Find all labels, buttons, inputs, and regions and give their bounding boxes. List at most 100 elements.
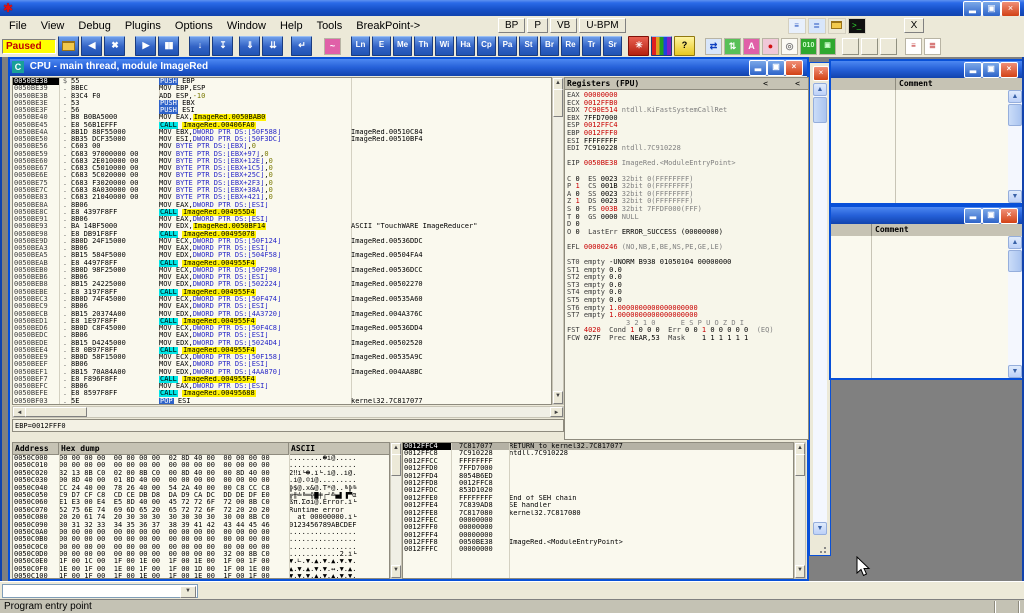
column-header-blank[interactable] [831,78,896,90]
plugin-button-ubpm[interactable]: U-BPM [579,18,625,33]
scroll-up-icon[interactable]: ▲ [1008,90,1022,103]
disasm-row[interactable]: 0050BECB.8B15 20374A00MOV EDX,DWORD PTR … [13,311,551,318]
minimize-button[interactable]: ▂ [749,60,767,76]
disasm-row[interactable]: 0050BEFC.8B06MOV EAX,DWORD PTR DS:[ESI] [13,383,551,390]
disasm-row[interactable]: 0050BE8C.E8 4397F8FFCALL ImageRed.004955… [13,209,551,216]
disasm-row[interactable]: 0050BE83.C683 21040000 00MOV BYTE PTR DS… [13,194,551,201]
help-button[interactable]: ? [674,36,695,56]
minimize-button[interactable]: ▂ [964,62,982,78]
cpu-window-titlebar[interactable]: C CPU - main thread, module ImageRed ▂ ▣… [10,59,807,76]
close-program-button[interactable]: ✖ [104,36,125,56]
disasm-row[interactable]: 0050BEB0.8B0D 98F25000MOV ECX,DWORD PTR … [13,267,551,274]
toolbar-button-ha[interactable]: Ha [456,36,475,56]
toolbar-button-me[interactable]: Me [393,36,412,56]
console-icon[interactable]: >_ [848,18,866,34]
scroll-up-icon[interactable]: ▲ [813,83,827,96]
stack-row[interactable]: 0012FFFC00000000 [403,546,793,553]
scroll-right-icon[interactable]: ► [550,407,563,417]
disasm-row[interactable]: 0050BEBE.E8 3197F8FFCALL ImageRed.004955… [13,289,551,296]
disabled-button-3[interactable] [880,38,897,55]
maximize-button[interactable]: ▣ [982,208,1000,224]
plugin-button-vb[interactable]: VB [550,18,577,33]
trace-button[interactable]: ~ [324,38,341,55]
disasm-row[interactable]: 0050BE98.E8 DB91F8FFCALL ImageRed.004950… [13,231,551,238]
assemble-icon[interactable]: A [743,38,760,55]
disassembly-vscrollbar[interactable]: ▲ ▼ [552,77,564,405]
disassembly-hscrollbar[interactable]: ◄ ► [12,406,564,418]
log-doc-icon[interactable]: ≡ [905,38,922,55]
spiral-icon[interactable]: ◎ [781,38,798,55]
comment-window-top-content[interactable] [831,90,1008,203]
menu-item-tools[interactable]: Tools [310,18,350,34]
disasm-row[interactable]: 0050BF03.5EPOP ESIkernel32.7C817077 [13,398,551,405]
disasm-row[interactable]: 0050BE45.E8 56B1EFFFCALL ImageRed.00406F… [13,122,551,129]
registers-pane[interactable]: Registers (FPU) < < EAX 00000000ECX 0012… [564,77,809,440]
disasm-row[interactable]: 0050BE67.C683 C5010000 00MOV BYTE PTR DS… [13,165,551,172]
execute-till-return-button[interactable]: ↵ [291,36,312,56]
animate-into-button[interactable]: ⇓ [239,36,260,56]
appearance-button[interactable] [651,36,672,56]
disasm-row[interactable]: 0050BE8A.8B06MOV EAX,DWORD PTR DS:[ESI] [13,202,551,209]
toolbar-button-ln[interactable]: Ln [351,36,370,56]
column-header-comment[interactable]: Comment [872,224,909,236]
swap-arrows-icon[interactable]: ⇄ [705,38,722,55]
disasm-row[interactable]: 0050BE38$55PUSH EBP [13,78,551,85]
close-icon[interactable]: × [1000,62,1018,78]
disasm-row[interactable]: 0050BE7C.C683 8A030000 00MOV BYTE PTR DS… [13,187,551,194]
close-icon[interactable]: × [1000,208,1018,224]
minimize-button[interactable]: ▂ [964,208,982,224]
register-line[interactable]: EDI 7C910228 ntdll.7C910228 [567,145,808,153]
disasm-row[interactable]: 0050BEC9.8B06MOV EAX,DWORD PTR DS:[ESI] [13,303,551,310]
menu-item-file[interactable]: File [2,18,34,34]
toolbar-button-br[interactable]: Br [540,36,559,56]
menu-item-plugins[interactable]: Plugins [118,18,168,34]
column-header-comment[interactable]: Comment [896,78,933,90]
disasm-row[interactable]: 0050BE75.C683 F3020000 00MOV BYTE PTR DS… [13,180,551,187]
plugin-toolbar-close-button[interactable]: X [904,18,925,33]
column-header-blank[interactable] [831,224,872,236]
menu-item-help[interactable]: Help [273,18,310,34]
prev-pane-icon[interactable]: < [763,78,768,89]
dump-header-ascii[interactable]: ASCII [289,443,389,454]
disasm-row[interactable]: 0050BEA5.8B15 584F5000MOV EDX,DWORD PTR … [13,252,551,259]
comment-window-bottom-content[interactable] [831,236,1008,378]
toolbar-button-st[interactable]: St [519,36,538,56]
disasm-row[interactable]: 0050BE3E.53PUSH EBX [13,100,551,107]
step-into-button[interactable]: ↓ [189,36,210,56]
disassembly-pane[interactable]: 0050BE38$55PUSH EBP0050BE39.8BECMOV EBP,… [12,77,552,405]
maximize-button[interactable]: ▣ [767,60,785,76]
disasm-row[interactable]: 0050BEA3.8B06MOV EAX,DWORD PTR DS:[ESI] [13,245,551,252]
info-pane[interactable]: EBP=0012FFF0 [12,419,564,432]
copy-pad-icon[interactable]: ≡ [788,18,806,34]
minimize-button[interactable]: ▂ [963,1,982,17]
disasm-row[interactable]: 0050BE6E.C683 5C020000 00MOV BYTE PTR DS… [13,172,551,179]
close-icon[interactable]: × [785,60,803,76]
plugin-button-p[interactable]: P [527,18,548,33]
toolbar-button-th[interactable]: Th [414,36,433,56]
register-line[interactable]: EFL 00000246 (NO,NB,E,BE,NS,PE,GE,LE) [567,244,808,252]
comment-window-bottom-scrollbar[interactable]: ▲ ▼ [1008,236,1022,378]
binary-icon[interactable]: 010 [800,38,817,55]
hexdump-pane[interactable]: Address Hex dump ASCII 0050C00000 00 00 … [12,442,390,579]
dump-header-address[interactable]: Address [13,443,59,454]
comment-window-top-titlebar[interactable]: ▂ ▣ × [831,61,1022,78]
disasm-row[interactable]: 0050BE3F.56PUSH ESI [13,107,551,114]
hidden-window-close-button[interactable]: × [813,66,829,81]
register-line[interactable]: O 0 LastErr ERROR_SUCCESS (00000000) [567,229,808,237]
dump-header-hex[interactable]: Hex dump [59,443,289,454]
disasm-row[interactable]: 0050BE56.C603 00MOV BYTE PTR DS:[EBX],0 [13,143,551,150]
stack-vscrollbar[interactable]: ▲ ▼ [794,442,806,579]
scroll-down-icon[interactable]: ▼ [795,565,805,578]
main-titlebar[interactable]: ✱ ▂ ▣ × [0,0,1024,16]
toolbar-button-sr[interactable]: Sr [603,36,622,56]
animate-over-button[interactable]: ⇊ [262,36,283,56]
resize-grip[interactable] [819,544,829,554]
notes-icon[interactable]: ≣ [808,18,826,34]
chevron-down-icon[interactable]: ▼ [180,586,196,598]
hidden-window-scrollbar[interactable]: ▲ ▼ [813,83,827,535]
toolbar-button-re[interactable]: Re [561,36,580,56]
pause-button[interactable]: ▮▮ [158,36,179,56]
menu-item-window[interactable]: Window [220,18,273,34]
options-button[interactable]: ✳ [628,36,649,56]
toolbar-button-wi[interactable]: Wi [435,36,454,56]
